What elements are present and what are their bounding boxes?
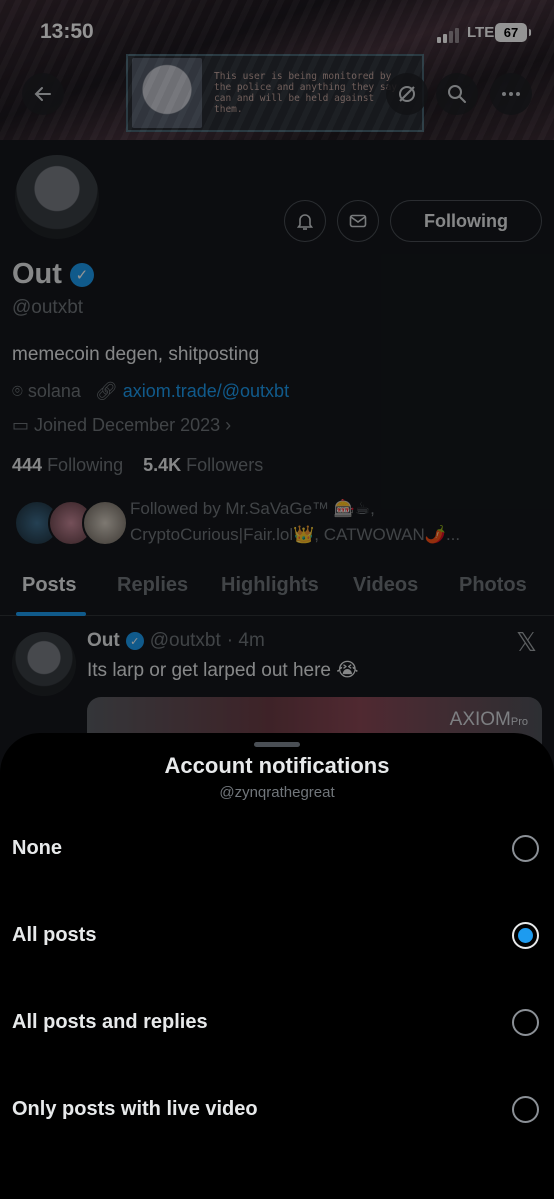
- radio-button[interactable]: [512, 1009, 539, 1036]
- option-live-video[interactable]: Only posts with live video: [0, 1080, 554, 1140]
- account-notifications-sheet: Account notifications @zynqrathegreat No…: [0, 733, 554, 1199]
- radio-button[interactable]: [512, 1096, 539, 1123]
- option-none[interactable]: None: [0, 819, 554, 879]
- sheet-subtitle: @zynqrathegreat: [219, 784, 335, 801]
- option-label: Only posts with live video: [12, 1098, 258, 1120]
- radio-button-selected[interactable]: [512, 922, 539, 949]
- sheet-grabber[interactable]: [254, 742, 300, 747]
- option-label: All posts: [12, 924, 97, 946]
- option-all-posts[interactable]: All posts: [0, 906, 554, 966]
- sheet-title: Account notifications: [164, 753, 390, 778]
- option-label: None: [12, 837, 62, 859]
- radio-button[interactable]: [512, 835, 539, 862]
- option-label: All posts and replies: [12, 1011, 208, 1033]
- option-all-posts-and-replies[interactable]: All posts and replies: [0, 993, 554, 1053]
